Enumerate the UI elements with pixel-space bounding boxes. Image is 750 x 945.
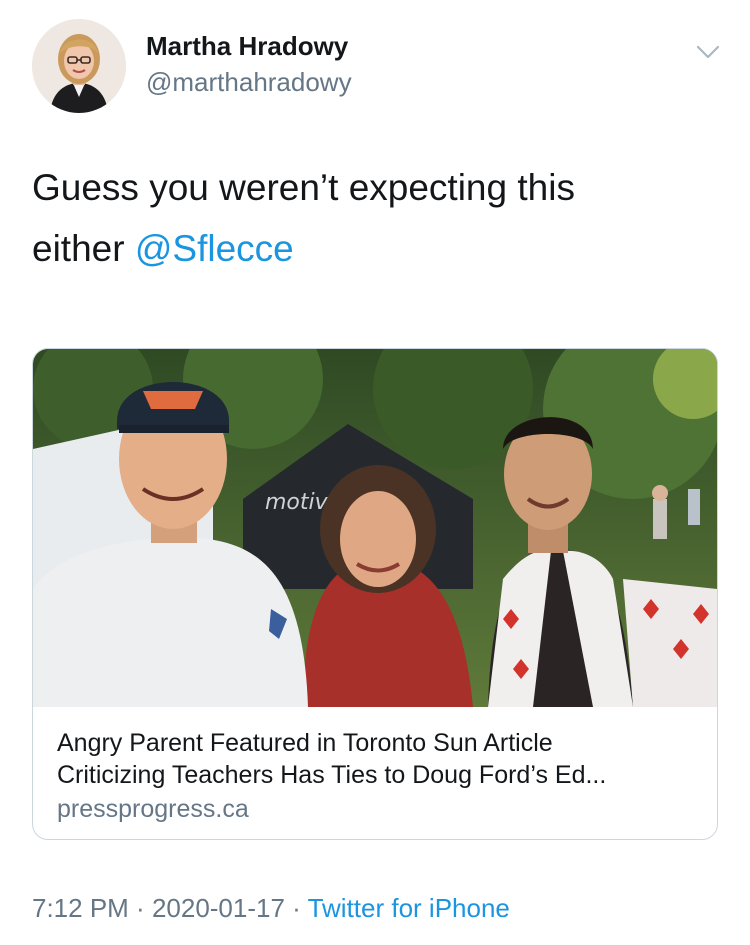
tweet-date: 2020-01-17 [151, 893, 285, 923]
tweet-text-line1: Guess you weren’t expecting this [32, 167, 575, 208]
meta-separator-2: · [284, 893, 308, 923]
card-title-line1: Angry Parent Featured in Toronto Sun Art… [57, 729, 553, 757]
tent-brand-text: motiv [265, 490, 329, 515]
author-name[interactable]: Martha Hradowy [146, 31, 348, 62]
card-image: motiv [33, 349, 717, 707]
card-title-line2: Criticizing Teachers Has Ties to Doug Fo… [57, 761, 607, 789]
link-card[interactable]: motiv Angry Parent Featured in Toronto S… [32, 348, 718, 840]
tweet-text: Guess you weren’t expecting this either … [32, 157, 722, 279]
tweet: Martha Hradowy @marthahradowy Guess you … [0, 0, 750, 945]
chevron-down-icon[interactable] [694, 38, 722, 66]
meta-separator: · [128, 893, 152, 923]
mention-link[interactable]: @Sflecce [135, 228, 294, 269]
card-domain: pressprogress.ca [57, 795, 249, 823]
tweet-source-link[interactable]: Twitter for iPhone [308, 893, 510, 923]
avatar[interactable] [32, 19, 126, 113]
card-title[interactable]: Angry Parent Featured in Toronto Sun Art… [57, 727, 697, 791]
tweet-meta: 7:12 PM · 2020-01-17 · Twitter for iPhon… [32, 893, 510, 924]
avatar-image [32, 19, 126, 113]
author-handle[interactable]: @marthahradowy [146, 67, 352, 98]
tweet-time: 7:12 PM [32, 893, 129, 923]
tweet-text-line2: either [32, 228, 135, 269]
